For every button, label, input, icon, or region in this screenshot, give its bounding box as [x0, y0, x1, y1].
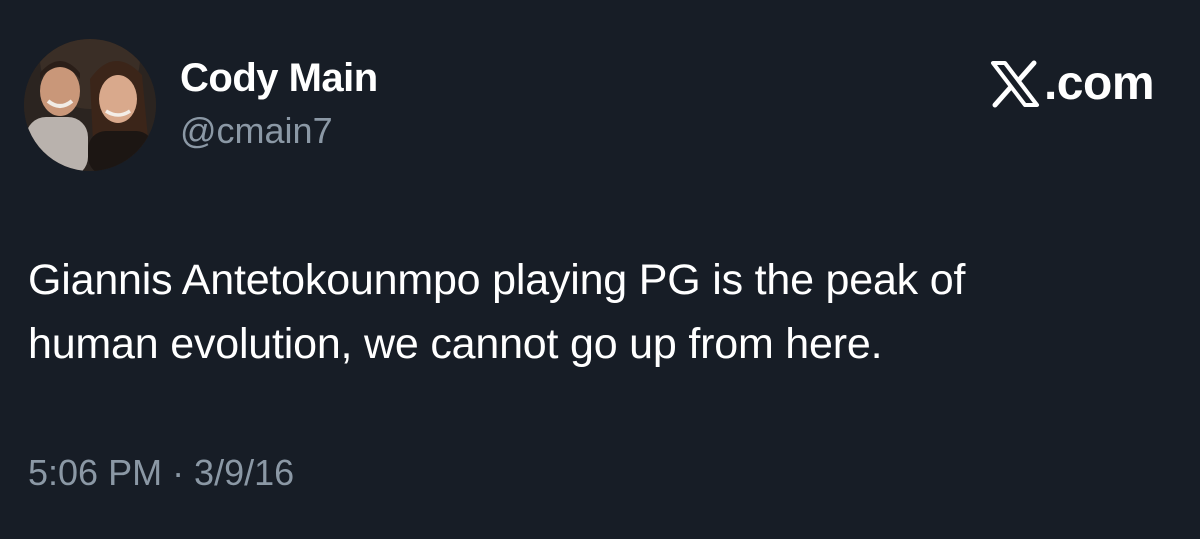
tweet-text-line: human evolution, we cannot go up from he… — [28, 320, 883, 368]
avatar[interactable] — [24, 39, 156, 171]
x-logo-icon — [990, 60, 1039, 108]
tweet-text-line: Giannis Antetokounmpo playing PG is the … — [28, 256, 966, 304]
tweet-timestamp[interactable]: 5:06 PM · 3/9/16 — [28, 452, 294, 494]
user-handle[interactable]: @cmain7 — [180, 110, 333, 152]
brand-watermark: .com — [990, 57, 1155, 110]
tweet-text: Giannis Antetokounmpo playing PG is the … — [28, 248, 1168, 376]
display-name[interactable]: Cody Main — [180, 56, 378, 101]
profile-photo-avatar — [24, 39, 156, 171]
tweet-card: Cody Main @cmain7 .com Giannis Antetokou… — [0, 0, 1200, 539]
brand-domain-text: .com — [1043, 57, 1155, 110]
